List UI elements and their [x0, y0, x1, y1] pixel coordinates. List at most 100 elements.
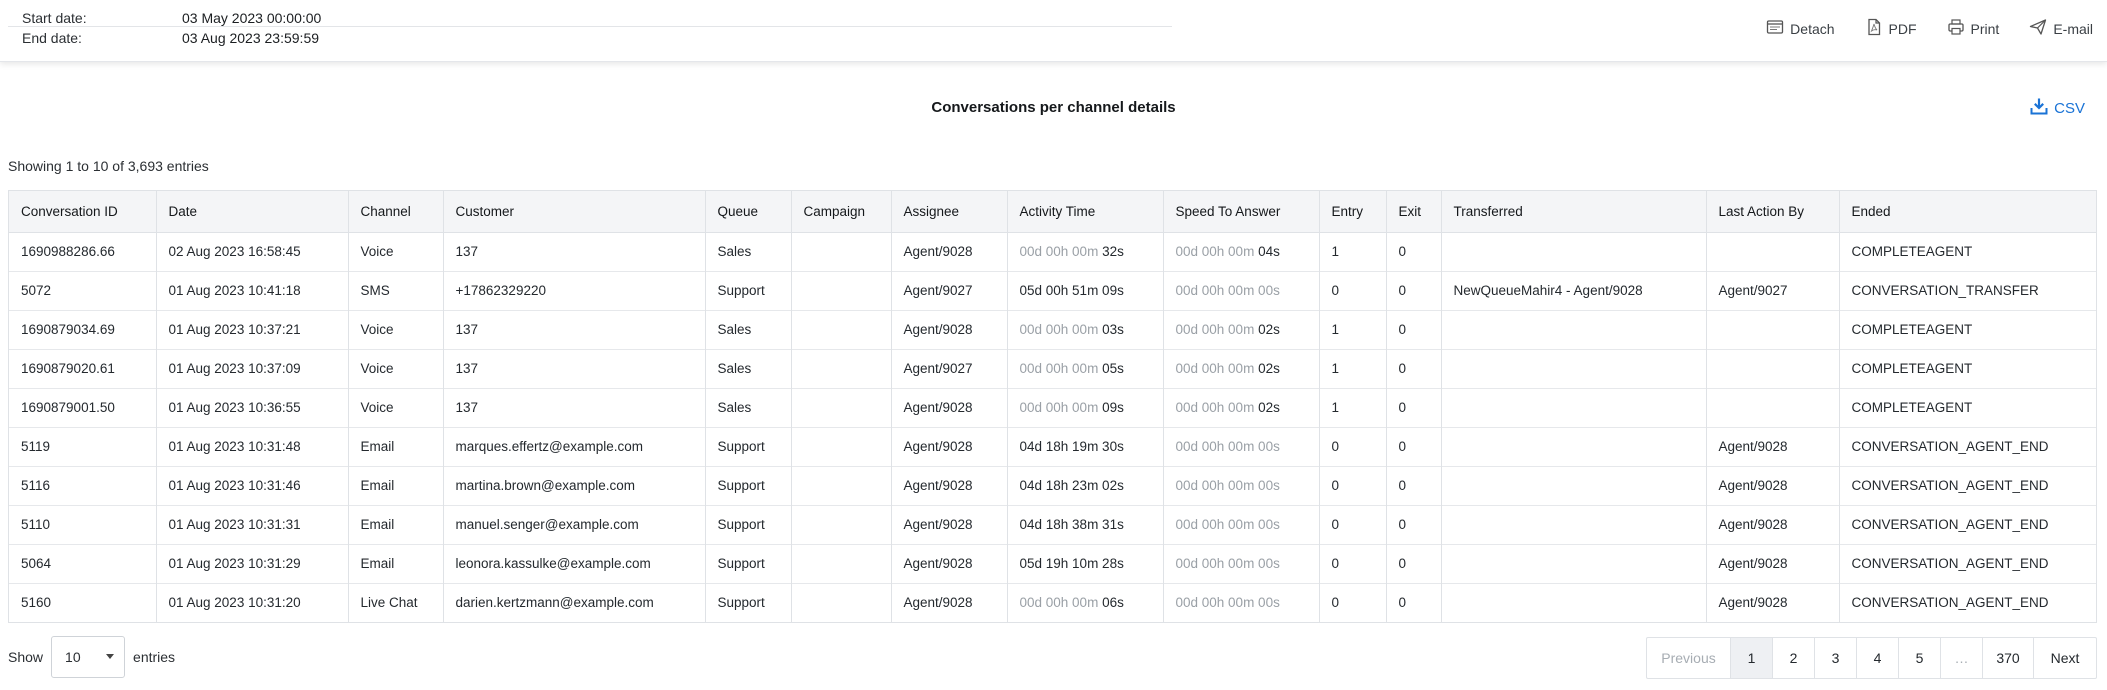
column-header[interactable]: Activity Time — [1007, 191, 1164, 233]
page-button-5[interactable]: 5 — [1899, 638, 1941, 678]
table-row[interactable]: 5119 01 Aug 2023 10:31:48 Email marques.eff… — [9, 426, 2096, 466]
page-button-2[interactable]: 2 — [1773, 638, 1815, 678]
table-row[interactable]: 1690879001.50 01 Aug 2023 10:36:55 Voice 13… — [9, 387, 2096, 427]
speed-to-answer-cell: 00d 00h 00m 02s — [1163, 309, 1320, 349]
speed-to-answer-cell-value-part: 02s — [1258, 322, 1280, 337]
next-page-button[interactable]: Next — [2034, 638, 2096, 678]
page-size-value: 10 — [65, 649, 81, 665]
assignee-cell: Agent/9028 — [891, 504, 1008, 544]
date-cell: 01 Aug 2023 10:41:18 — [156, 270, 349, 310]
column-header[interactable]: Last Action By — [1706, 191, 1840, 233]
campaign-cell — [791, 465, 892, 505]
speed-to-answer-cell-zero-part: 00d 00h 00m — [1175, 400, 1259, 415]
print-icon — [1947, 18, 1965, 39]
speed-to-answer-cell: 00d 00h 00m 00s — [1163, 465, 1320, 505]
column-header[interactable]: Customer — [443, 191, 706, 233]
assignee-cell: Agent/9028 — [891, 426, 1008, 466]
assignee-cell: Agent/9027 — [891, 348, 1008, 388]
date-cell: 01 Aug 2023 10:31:29 — [156, 543, 349, 583]
activity-time-cell: 05d 19h 10m 28s — [1007, 543, 1164, 583]
column-header[interactable]: Ended — [1839, 191, 2096, 233]
table-row[interactable]: 5160 01 Aug 2023 10:31:20 Live Chat darien.… — [9, 582, 2096, 622]
column-header[interactable]: Exit — [1386, 191, 1442, 233]
column-header[interactable]: Conversation ID — [9, 191, 157, 233]
conversation-id: 1690988286.66 — [9, 232, 157, 271]
speed-to-answer-cell-value-part: 02s — [1258, 361, 1280, 376]
assignee-cell: Agent/9027 — [891, 270, 1008, 310]
activity-time-cell-zero-part: 00d 00h 00m — [1019, 361, 1103, 376]
last-action-by-cell: Agent/9028 — [1706, 543, 1840, 583]
exit-cell: 0 — [1386, 309, 1442, 349]
column-header[interactable]: Date — [156, 191, 349, 233]
conversation-id: 5064 — [9, 543, 157, 583]
date-cell: 02 Aug 2023 16:58:45 — [156, 232, 349, 271]
speed-to-answer-cell: 00d 00h 00m 04s — [1163, 232, 1320, 271]
table-row[interactable]: 5072 01 Aug 2023 10:41:18 SMS +17862329220 S… — [9, 270, 2096, 310]
queue-cell: Support — [705, 426, 792, 466]
activity-time-cell-value-part: 06s — [1102, 595, 1124, 611]
chevron-down-icon — [106, 654, 115, 659]
ended-cell: CONVERSATION_TRANSFER — [1839, 270, 2096, 310]
column-header[interactable]: Assignee — [891, 191, 1008, 233]
channel-cell: Email — [348, 465, 444, 505]
customer-cell: 137 — [443, 348, 706, 388]
end-date-value: 03 Aug 2023 23:59:59 — [182, 30, 320, 46]
assignee-cell: Agent/9028 — [891, 387, 1008, 427]
pdf-button[interactable]: PDF — [1865, 18, 1917, 39]
transferred-cell — [1441, 504, 1707, 544]
channel-cell: Voice — [348, 348, 444, 388]
transferred-cell: NewQueueMahir4 - Agent/9028 — [1441, 270, 1707, 310]
send-icon — [2029, 18, 2047, 39]
column-header[interactable]: Speed To Answer — [1163, 191, 1320, 233]
activity-time-cell: 00d 00h 00m 09s — [1007, 387, 1164, 427]
table-row[interactable]: 1690879034.69 01 Aug 2023 10:37:21 Voice 13… — [9, 309, 2096, 349]
speed-to-answer-cell-zero-part: 00d 00h 00m 00s — [1175, 556, 1280, 571]
page-ellipsis: … — [1941, 638, 1983, 678]
customer-cell: marques.effertz@example.com — [443, 426, 706, 466]
ended-cell: COMPLETEAGENT — [1839, 309, 2096, 349]
conversations-table: Conversation ID Date Channel Customer Qu… — [8, 190, 2097, 623]
detach-button[interactable]: Detach — [1766, 18, 1835, 39]
speed-to-answer-cell: 00d 00h 00m 02s — [1163, 387, 1320, 427]
campaign-cell — [791, 504, 892, 544]
page-button-1[interactable]: 1 — [1731, 638, 1773, 678]
assignee-cell: Agent/9028 — [891, 582, 1008, 622]
page-button-last[interactable]: 370 — [1983, 638, 2034, 678]
page-button-4[interactable]: 4 — [1857, 638, 1899, 678]
column-header[interactable]: Channel — [348, 191, 444, 233]
print-button[interactable]: Print — [1947, 18, 1999, 39]
page-button-3[interactable]: 3 — [1815, 638, 1857, 678]
column-header[interactable]: Transferred — [1441, 191, 1707, 233]
column-header[interactable]: Queue — [705, 191, 792, 233]
table-row[interactable]: 1690988286.66 02 Aug 2023 16:58:45 Voice 13… — [9, 232, 2096, 271]
customer-cell: darien.kertzmann@example.com — [443, 582, 706, 622]
pagination: Previous 1 2 3 4 5 … 370 Next — [1646, 637, 2097, 679]
detach-icon — [1766, 18, 1784, 39]
activity-time-cell: 05d 00h 51m 09s — [1007, 270, 1164, 310]
customer-cell: martina.brown@example.com — [443, 465, 706, 505]
exit-cell: 0 — [1386, 504, 1442, 544]
channel-cell: Voice — [348, 387, 444, 427]
channel-cell: SMS — [348, 270, 444, 310]
show-label: Show — [8, 649, 44, 665]
activity-time-cell-zero-part: 00d 00h 00m — [1019, 400, 1103, 415]
column-header[interactable]: Campaign — [791, 191, 892, 233]
table-row[interactable]: 5110 01 Aug 2023 10:31:31 Email manuel.seng… — [9, 504, 2096, 544]
exit-cell: 0 — [1386, 348, 1442, 388]
detach-label: Detach — [1790, 20, 1835, 37]
date-cell: 01 Aug 2023 10:37:21 — [156, 309, 349, 349]
previous-page-button[interactable]: Previous — [1647, 638, 1731, 678]
toolbar-actions: Detach PDF Print E-mail — [1766, 18, 2093, 39]
transferred-cell — [1441, 426, 1707, 466]
date-cell: 01 Aug 2023 10:31:46 — [156, 465, 349, 505]
customer-cell: +17862329220 — [443, 270, 706, 310]
column-header[interactable]: Entry — [1319, 191, 1387, 233]
page-size-select[interactable]: 10 — [51, 636, 126, 678]
table-row[interactable]: 5116 01 Aug 2023 10:31:46 Email martina.bro… — [9, 465, 2096, 505]
table-row[interactable]: 1690879020.61 01 Aug 2023 10:37:09 Voice 13… — [9, 348, 2096, 388]
csv-download-button[interactable]: CSV — [2030, 97, 2085, 119]
speed-to-answer-cell-zero-part: 00d 00h 00m 00s — [1175, 478, 1280, 493]
exit-cell: 0 — [1386, 270, 1442, 310]
table-row[interactable]: 5064 01 Aug 2023 10:31:29 Email leonora.kas… — [9, 543, 2096, 583]
email-button[interactable]: E-mail — [2029, 18, 2093, 39]
